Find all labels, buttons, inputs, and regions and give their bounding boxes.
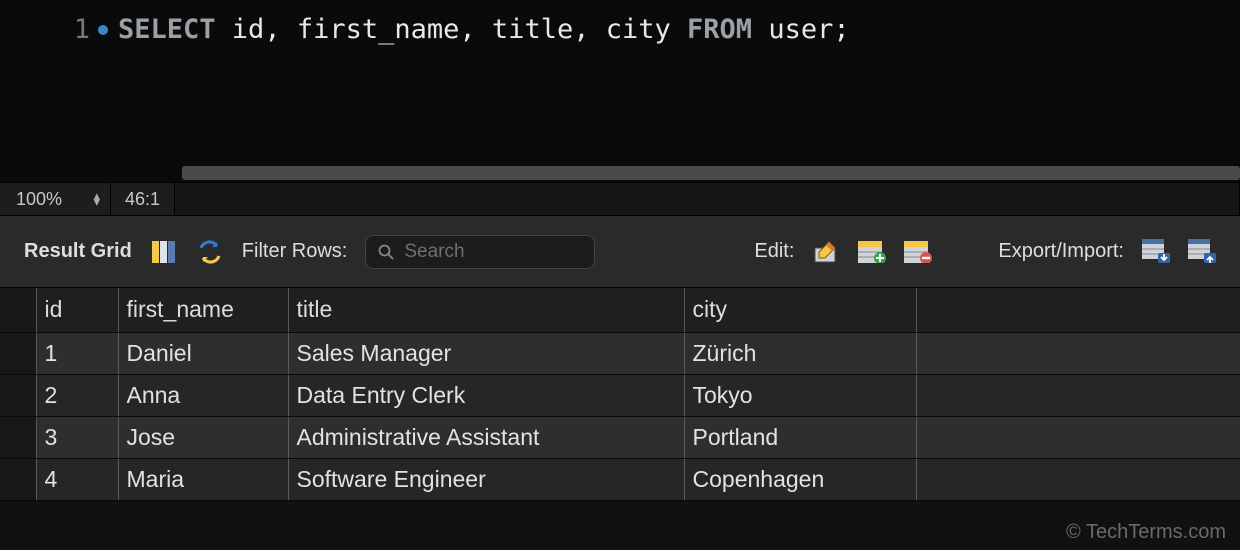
row-number-cell xyxy=(0,332,36,374)
grid-view-icon[interactable] xyxy=(150,239,178,265)
status-bar-rest xyxy=(174,183,1240,215)
cell-title[interactable]: Administrative Assistant xyxy=(288,416,684,458)
column-header-title[interactable]: title xyxy=(288,288,684,332)
scrollbar-thumb[interactable] xyxy=(182,166,1240,180)
table-row[interactable]: 4MariaSoftware EngineerCopenhagen xyxy=(0,458,1240,500)
zoom-stepper-icon[interactable]: ▴▾ xyxy=(93,193,100,205)
cell-title[interactable]: Data Entry Clerk xyxy=(288,374,684,416)
sql-editor[interactable]: 1 SELECT id, first_name, title, city FRO… xyxy=(0,0,1240,182)
zoom-control[interactable]: 100% ▴▾ xyxy=(0,189,110,210)
column-header-extra xyxy=(916,288,1240,332)
filter-search-input[interactable]: Search xyxy=(365,235,595,269)
cell-id[interactable]: 2 xyxy=(36,374,118,416)
column-header-id[interactable]: id xyxy=(36,288,118,332)
cell-city[interactable]: Portland xyxy=(684,416,916,458)
cell-city[interactable]: Zürich xyxy=(684,332,916,374)
row-number-header xyxy=(0,288,36,332)
column-header-first-name[interactable]: first_name xyxy=(118,288,288,332)
zoom-value: 100% xyxy=(16,189,62,210)
row-number-cell xyxy=(0,374,36,416)
export-icon[interactable] xyxy=(1142,239,1170,265)
cell-extra[interactable] xyxy=(916,458,1240,500)
result-grid-label: Result Grid xyxy=(24,240,132,263)
status-bar: 100% ▴▾ 46:1 xyxy=(0,182,1240,216)
sql-code[interactable]: SELECT id, first_name, title, city FROM … xyxy=(118,14,850,45)
cell-id[interactable]: 3 xyxy=(36,416,118,458)
cursor-position: 46:1 xyxy=(111,189,174,210)
edit-label: Edit: xyxy=(754,240,794,263)
cell-first-name[interactable]: Anna xyxy=(118,374,288,416)
result-grid[interactable]: id first_name title city 1DanielSales Ma… xyxy=(0,288,1240,550)
search-placeholder: Search xyxy=(404,241,464,263)
column-header-city[interactable]: city xyxy=(684,288,916,332)
results-toolbar: Result Grid Filter Rows: Search Edit: xyxy=(0,216,1240,288)
cell-id[interactable]: 4 xyxy=(36,458,118,500)
import-icon[interactable] xyxy=(1188,239,1216,265)
table-row[interactable]: 1DanielSales ManagerZürich xyxy=(0,332,1240,374)
cell-extra[interactable] xyxy=(916,332,1240,374)
cell-first-name[interactable]: Jose xyxy=(118,416,288,458)
cell-title[interactable]: Software Engineer xyxy=(288,458,684,500)
cell-extra[interactable] xyxy=(916,416,1240,458)
table-row[interactable]: 2AnnaData Entry ClerkTokyo xyxy=(0,374,1240,416)
editor-horizontal-scrollbar[interactable] xyxy=(182,166,1240,180)
line-number: 1 xyxy=(74,14,90,45)
edit-row-icon[interactable] xyxy=(812,239,840,265)
table-row[interactable]: 3JoseAdministrative AssistantPortland xyxy=(0,416,1240,458)
cell-title[interactable]: Sales Manager xyxy=(288,332,684,374)
refresh-icon[interactable] xyxy=(196,239,224,265)
watermark: © TechTerms.com xyxy=(1066,521,1226,544)
delete-row-icon[interactable] xyxy=(904,239,932,265)
export-import-label: Export/Import: xyxy=(998,240,1124,263)
filter-rows-label: Filter Rows: xyxy=(242,240,348,263)
editor-line: 1 SELECT id, first_name, title, city FRO… xyxy=(0,14,1240,45)
table-header-row: id first_name title city xyxy=(0,288,1240,332)
cell-city[interactable]: Copenhagen xyxy=(684,458,916,500)
cell-first-name[interactable]: Maria xyxy=(118,458,288,500)
cell-extra[interactable] xyxy=(916,374,1240,416)
cell-first-name[interactable]: Daniel xyxy=(118,332,288,374)
row-number-cell xyxy=(0,458,36,500)
insert-row-icon[interactable] xyxy=(858,239,886,265)
search-icon xyxy=(378,244,394,260)
breakpoint-dot-icon[interactable] xyxy=(98,25,108,35)
cell-city[interactable]: Tokyo xyxy=(684,374,916,416)
editor-gutter: 1 xyxy=(0,14,118,45)
row-number-cell xyxy=(0,416,36,458)
cell-id[interactable]: 1 xyxy=(36,332,118,374)
